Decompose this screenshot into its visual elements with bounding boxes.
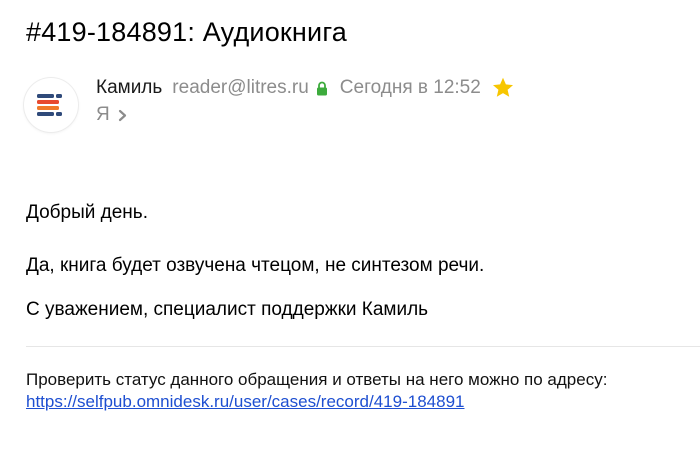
sender-line: Камиль reader@litres.ru Сегодня в 12:52 [96,75,515,101]
case-status-link[interactable]: https://selfpub.omnidesk.ru/user/cases/r… [26,391,464,413]
sender-avatar[interactable] [24,78,78,132]
star-icon[interactable] [491,76,515,100]
sender-email[interactable]: reader@litres.ru [172,77,309,99]
sender-name[interactable]: Камиль [96,77,162,99]
lock-icon [316,81,328,96]
email-subject: #419-184891: Аудиокнига [26,17,347,47]
footer-note: Проверить статус данного обращения и отв… [26,370,608,389]
recipient-label: Я [96,104,110,125]
sent-date: Сегодня в 12:52 [339,77,481,98]
message-signature: С уважением, специалист поддержки Камиль [26,299,429,320]
message-greeting: Добрый день. [26,202,148,223]
chevron-right-icon [118,109,127,122]
message-answer: Да, книга будет озвучена чтецом, не синт… [26,255,485,276]
selfpub-logo-icon [37,94,62,116]
recipient-toggle[interactable]: Я [96,103,127,127]
footer-divider [26,346,700,347]
